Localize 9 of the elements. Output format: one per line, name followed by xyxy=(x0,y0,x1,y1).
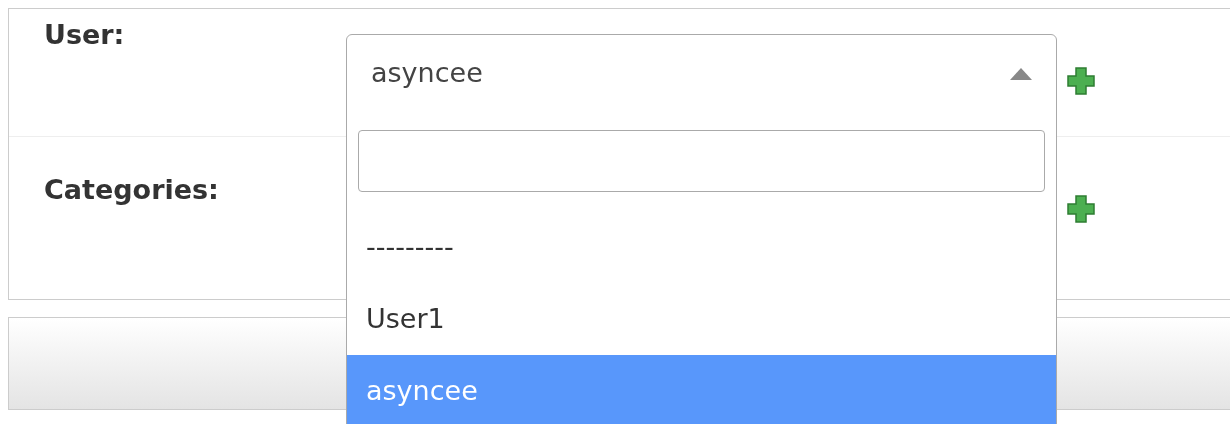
field-label: User: xyxy=(44,18,126,52)
add-icon[interactable] xyxy=(1066,66,1096,96)
caret-up-icon xyxy=(1010,67,1032,80)
search-field[interactable] xyxy=(358,130,1045,192)
field-label: Categories: xyxy=(44,173,220,207)
select-field[interactable]: asyncee xyxy=(346,34,1057,113)
dropdown-option[interactable]: User1 xyxy=(347,283,1056,355)
add-icon[interactable] xyxy=(1066,194,1096,224)
dropdown-option[interactable]: --------- xyxy=(347,211,1056,283)
